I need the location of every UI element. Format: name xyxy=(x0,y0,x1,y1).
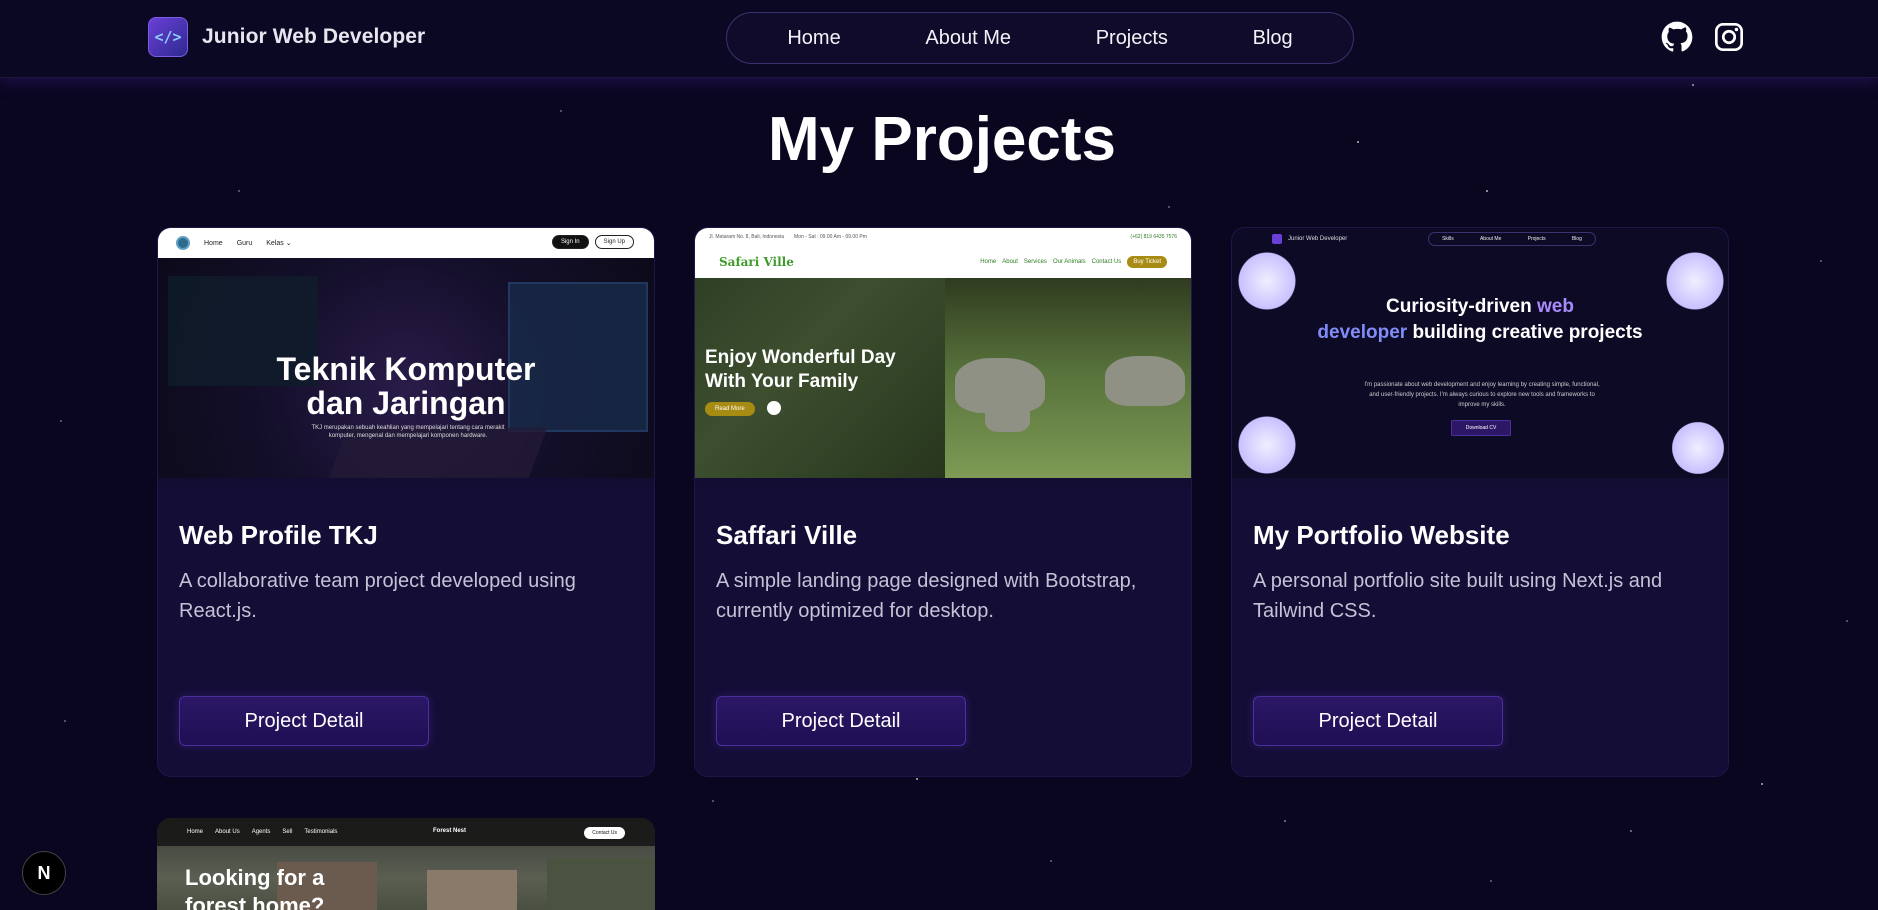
project-title: My Portfolio Website xyxy=(1253,520,1510,550)
thumb-hours: Mon - Sat : 09.00 Am - 09.00 Pm xyxy=(794,234,867,240)
project-title: Saffari Ville xyxy=(716,520,858,550)
thumb-nav-link: Services xyxy=(1023,259,1047,265)
brand-name: Junior Web Developer xyxy=(202,25,426,48)
thumb-headline: Curiosity-driven web developer building … xyxy=(1317,296,1643,343)
thumb-cta: Download CV xyxy=(1451,420,1511,436)
thumb-read-more: Read More xyxy=(705,402,755,416)
nav-link-about-me[interactable]: About Me xyxy=(915,21,1021,56)
project-description: A collaborative team project developed u… xyxy=(179,570,576,622)
nav-link-home[interactable]: Home xyxy=(777,21,850,56)
play-icon xyxy=(767,401,781,415)
rhino-image xyxy=(945,278,1191,478)
thumb-headline: Enjoy Wonderful Day With Your Family xyxy=(705,347,896,392)
thumb-nav-link: Blog xyxy=(1571,236,1582,242)
thumb-headline: Looking for a forest home? xyxy=(185,865,325,910)
project-card: Junior Web Developer Skills About Me Pro… xyxy=(1231,227,1729,777)
instagram-icon[interactable] xyxy=(1712,19,1746,55)
thumb-ticket: Buy Ticket xyxy=(1127,256,1167,268)
project-card: Teknik Komputer dan Jaringan TKJ merupak… xyxy=(157,227,655,777)
thumb-subtext: TKJ merupakan sebuah keahlian yang mempe… xyxy=(311,425,505,439)
thumb-nav-link: Agents xyxy=(251,829,271,835)
brand[interactable]: </> Junior Web Developer xyxy=(148,17,425,57)
project-title: Web Profile TKJ xyxy=(179,520,378,550)
thumb-nav-link: Contact Us xyxy=(1091,259,1122,265)
thumb-nav-link: About Us xyxy=(215,829,240,835)
thumb-sign-in: Sign In xyxy=(551,235,589,249)
project-thumbnail[interactable]: Junior Web Developer Skills About Me Pro… xyxy=(1232,228,1728,478)
code-logo-icon: </> xyxy=(148,17,188,57)
code-logo-icon xyxy=(1272,234,1282,244)
page-title: My Projects xyxy=(767,105,1117,174)
thumb-brand: Forest Nest xyxy=(433,828,467,834)
thumb-subtext: I'm passionate about web development and… xyxy=(1364,382,1600,408)
project-description: A personal portfolio site built using Ne… xyxy=(1253,570,1663,622)
nav-link-projects[interactable]: Projects xyxy=(1086,21,1178,56)
thumb-address: Jl. Mataram No. 8, Bali, Indonesia xyxy=(709,234,785,240)
thumb-nav-link: Home xyxy=(980,259,997,265)
thumb-nav-link: About Me xyxy=(1479,236,1502,242)
thumb-nav-link: Projects xyxy=(1527,236,1546,242)
thumb-headline: Teknik Komputer dan Jaringan xyxy=(276,351,536,421)
thumb-nav-link: Testimonials xyxy=(304,829,338,835)
thumb-phone: (+62) 819 6435 7576 xyxy=(1130,234,1177,240)
project-card: Home About Us Agents Sell Testimonials F… xyxy=(157,818,655,910)
illustration-image xyxy=(1668,418,1728,478)
school-logo-icon xyxy=(176,236,190,250)
thumb-nav-link: Kelas ⌄ xyxy=(266,240,292,247)
project-thumbnail[interactable]: Teknik Komputer dan Jaringan TKJ merupak… xyxy=(158,228,654,478)
thumb-sign-up: Sign Up xyxy=(594,235,634,249)
thumb-nav-link: Skills xyxy=(1442,236,1454,242)
thumb-nav-link: Home xyxy=(187,829,204,835)
thumb-nav-link: Our Animals xyxy=(1052,259,1086,265)
social-links xyxy=(1660,19,1746,55)
thumb-nav-link: About xyxy=(1002,259,1018,265)
project-detail-button[interactable]: Project Detail xyxy=(1253,696,1503,746)
thumb-brand: Safari Ville xyxy=(719,255,794,269)
top-navbar: </> Junior Web Developer Home About Me P… xyxy=(0,0,1878,78)
main-nav: Home About Me Projects Blog xyxy=(726,12,1354,64)
thumb-nav-link: Guru xyxy=(236,239,253,247)
project-detail-button[interactable]: Project Detail xyxy=(179,696,429,746)
thumb-contact: Contact Us xyxy=(584,827,625,839)
github-icon[interactable] xyxy=(1660,19,1694,55)
thumb-brand: Junior Web Developer xyxy=(1288,236,1348,242)
thumb-nav-link: Sell xyxy=(282,829,293,835)
project-detail-button[interactable]: Project Detail xyxy=(716,696,966,746)
project-card: Jl. Mataram No. 8, Bali, Indonesia Mon -… xyxy=(694,227,1192,777)
nextjs-dev-badge[interactable]: N xyxy=(22,851,66,895)
project-description: A simple landing page designed with Boot… xyxy=(716,570,1137,622)
thumb-nav-link: Home xyxy=(204,239,223,247)
illustration-image xyxy=(1234,412,1300,478)
nav-link-blog[interactable]: Blog xyxy=(1243,21,1303,56)
project-thumbnail[interactable]: Jl. Mataram No. 8, Bali, Indonesia Mon -… xyxy=(695,228,1191,478)
